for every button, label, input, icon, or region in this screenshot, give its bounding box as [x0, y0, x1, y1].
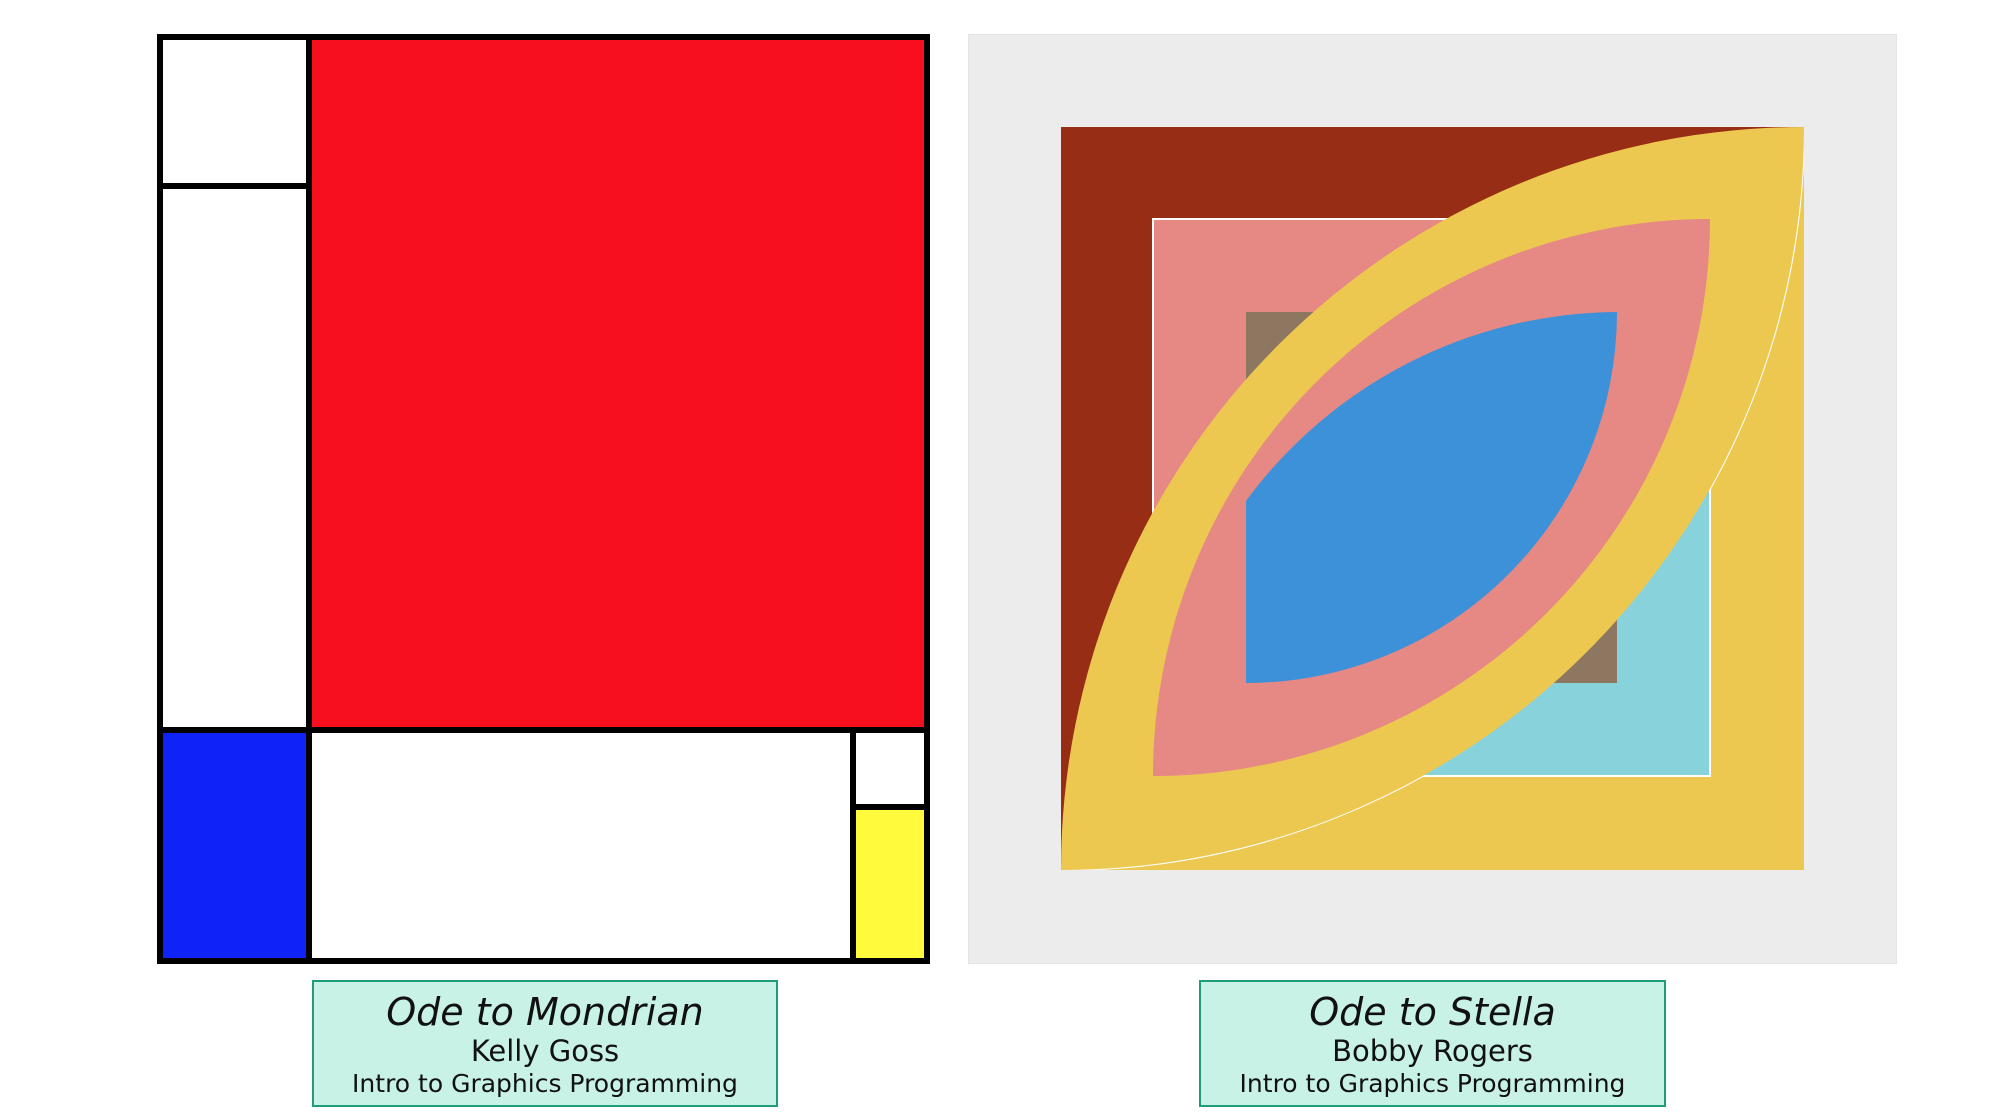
mondrian-course: Intro to Graphics Programming [352, 1069, 738, 1098]
mondrian-yellow-block [853, 807, 930, 964]
mondrian-white-bottom-right [853, 730, 930, 807]
mondrian-red-block [309, 34, 930, 730]
mondrian-title: Ode to Mondrian [386, 990, 704, 1034]
mondrian-caption: Ode to Mondrian Kelly Goss Intro to Grap… [312, 980, 778, 1107]
stella-caption: Ode to Stella Bobby Rogers Intro to Grap… [1199, 980, 1666, 1107]
mondrian-author: Kelly Goss [470, 1034, 620, 1068]
mondrian-blue-block [157, 730, 309, 964]
stella-title: Ode to Stella [1309, 990, 1556, 1034]
stella-artwork [968, 34, 1897, 964]
mondrian-white-bottom-middle [309, 730, 853, 964]
stella-author: Bobby Rogers [1332, 1034, 1533, 1068]
mondrian-artwork [157, 34, 930, 964]
mondrian-white-top-left [157, 34, 309, 186]
stella-course: Intro to Graphics Programming [1239, 1069, 1626, 1098]
mondrian-white-left-middle [157, 186, 309, 730]
